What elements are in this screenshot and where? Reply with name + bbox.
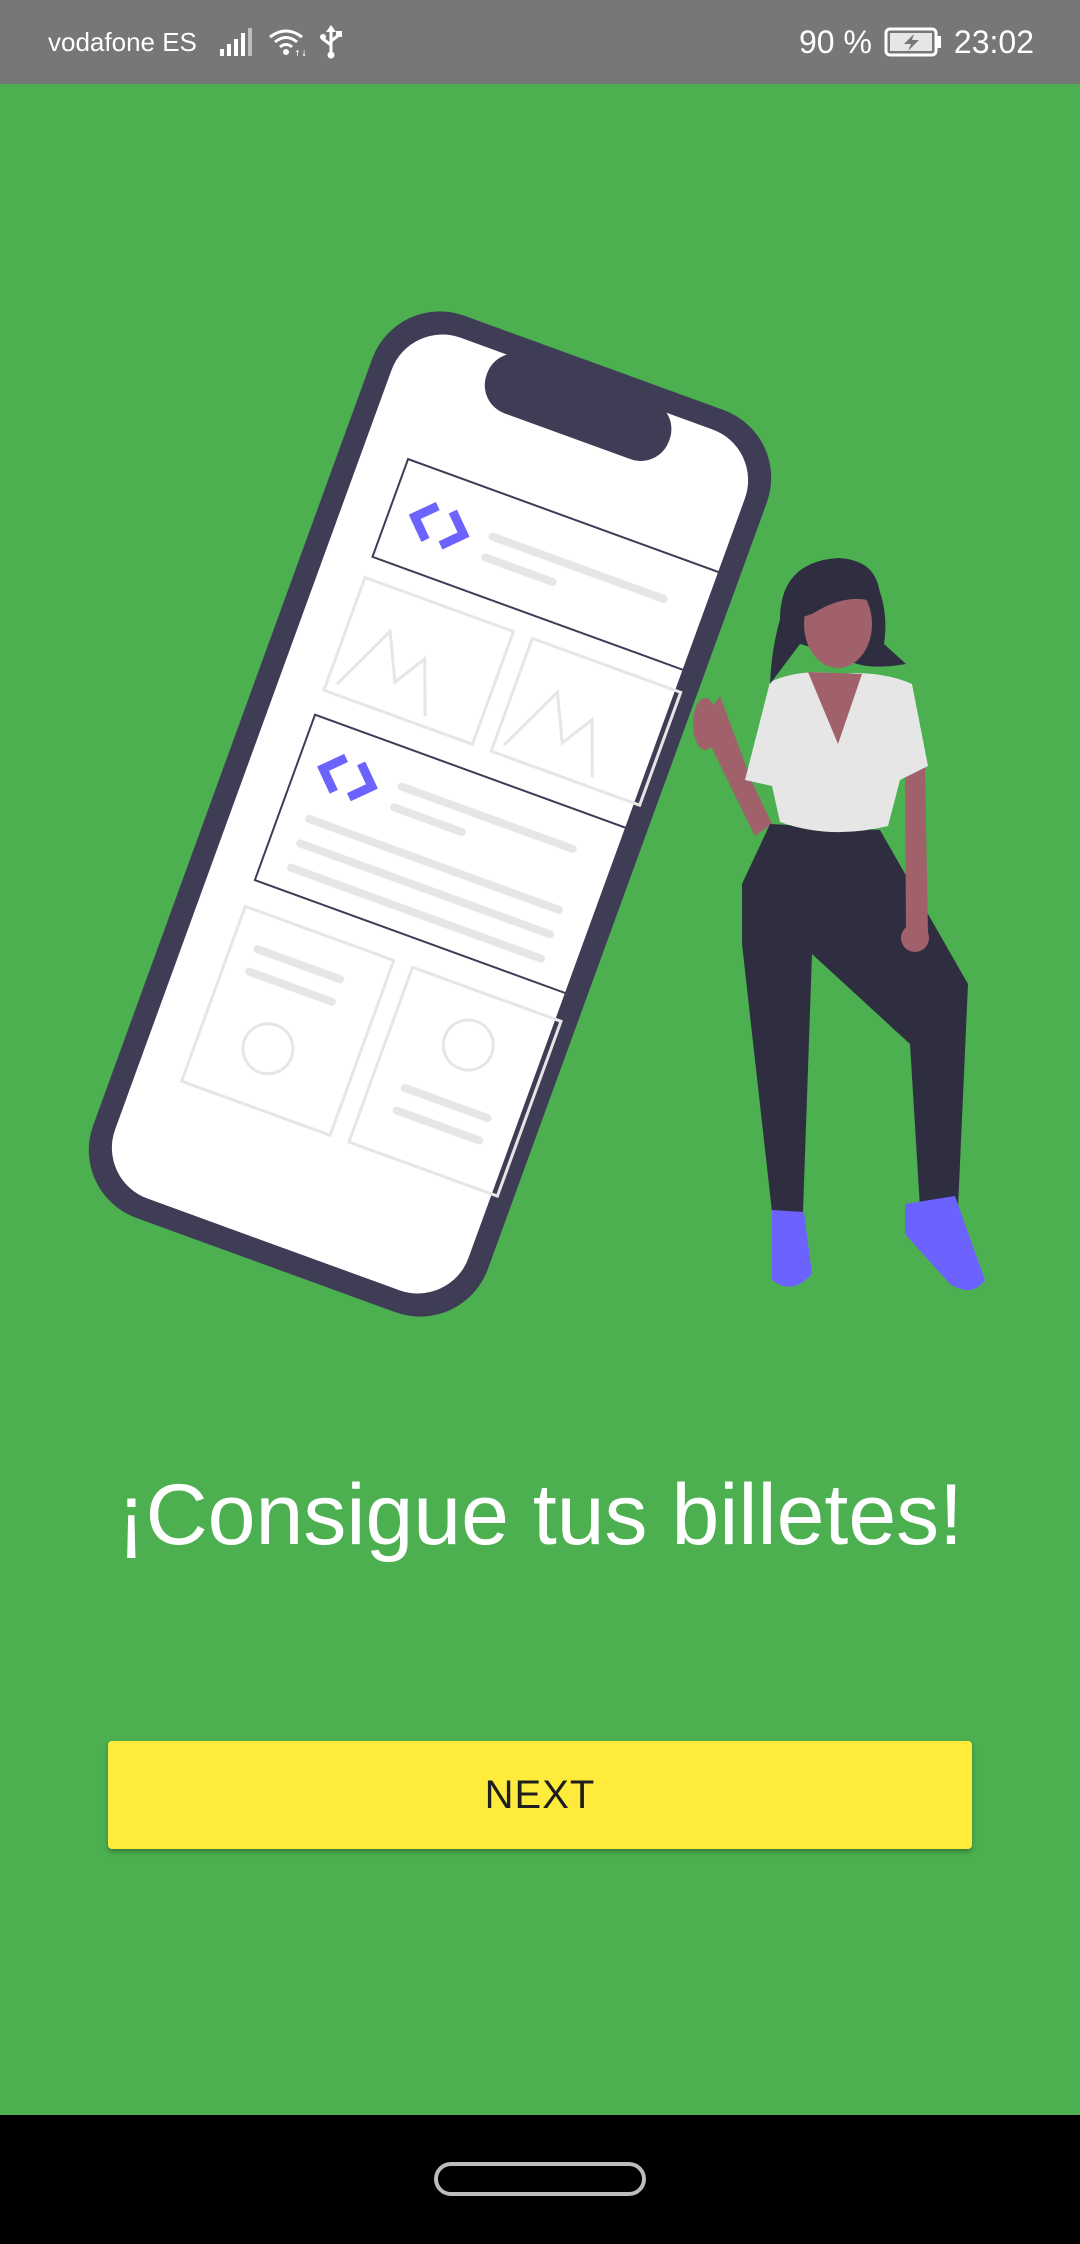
carrier-name: vodafone ES [48,26,197,57]
clock: 23:02 [953,23,1034,60]
person-illustration [693,558,985,1291]
onboarding-headline: ¡Consigue tus billetes! [116,1467,964,1563]
navigation-bar [0,2115,1080,2244]
home-pill-button[interactable] [434,2162,646,2196]
onboarding-screen: vodafone ES ↑↓ 90 % 23:02 ¡Consigue tus … [0,0,1080,2244]
next-button[interactable]: NEXT [108,1741,972,1849]
signal-icon [219,27,253,57]
status-bar: vodafone ES ↑↓ 90 % 23:02 [0,0,1080,84]
wifi-icon: ↑↓ [267,27,305,57]
svg-text:↑↓: ↑↓ [294,49,305,57]
usb-icon [319,25,343,59]
battery-percent: 90 % [798,23,872,60]
battery-charging-icon [884,27,942,57]
onboarding-illustration [88,311,985,1317]
phone-illustration [88,311,772,1317]
